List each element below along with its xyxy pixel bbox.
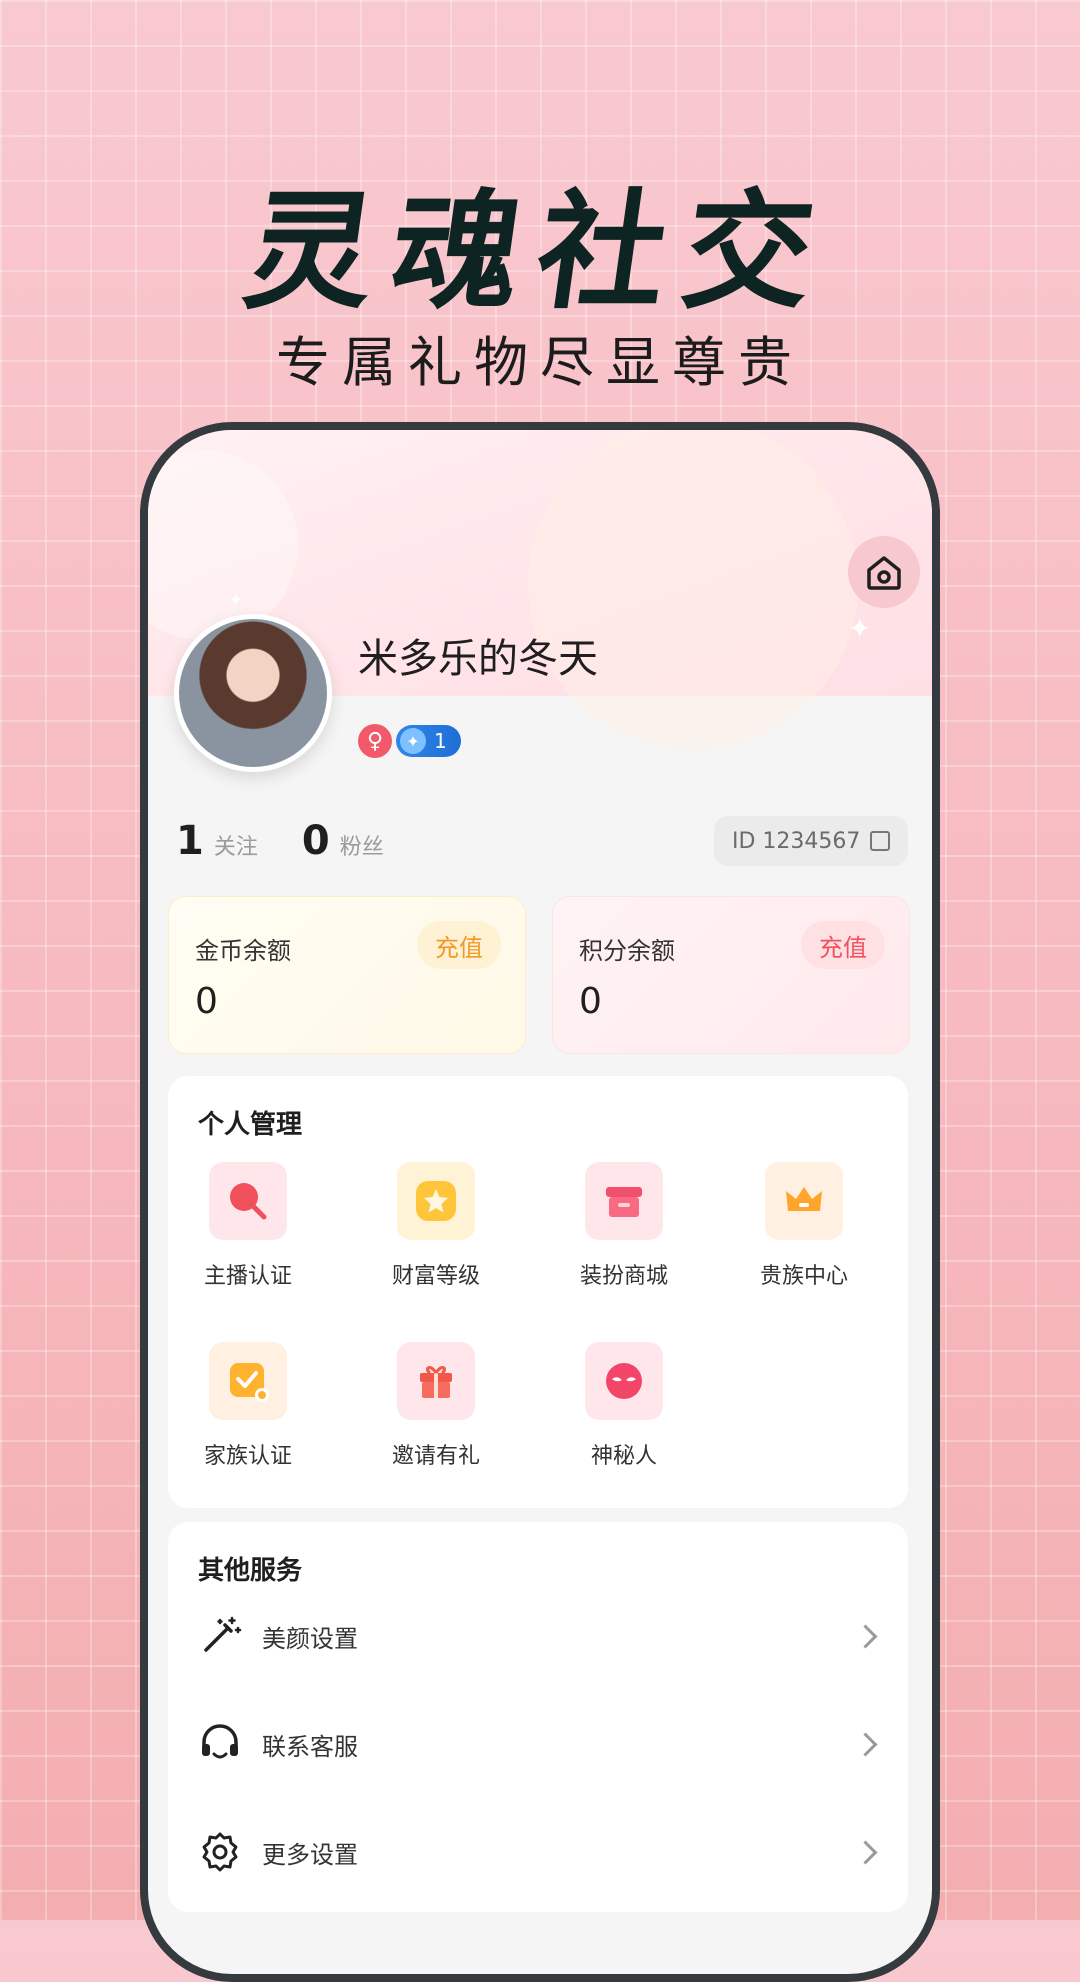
home-icon xyxy=(867,556,901,590)
level-badge-value: 1 xyxy=(434,729,447,753)
list-item-label: 美颜设置 xyxy=(262,1624,358,1653)
user-id-text: ID 1234567 xyxy=(732,828,861,854)
points-recharge-button[interactable]: 充值 xyxy=(801,921,885,969)
phone-frame: ✦ ✦ 米多乐的冬天 ♀ ✦ 1 1 关注 0 粉丝 ID 1234567 金币… xyxy=(140,422,940,1982)
mask-icon xyxy=(606,1363,642,1399)
points-balance-label: 积分余额 xyxy=(579,937,675,965)
fans-label[interactable]: 粉丝 xyxy=(340,829,384,861)
level-badge: ✦ 1 xyxy=(396,725,461,757)
avatar[interactable] xyxy=(174,614,332,772)
follow-count[interactable]: 1 xyxy=(176,818,204,864)
grid-item-dress-shop[interactable]: 装扮商城 xyxy=(544,1162,704,1290)
grid-item-label: 神秘人 xyxy=(590,1444,657,1469)
fans-count[interactable]: 0 xyxy=(302,818,330,864)
other-services-card: 其他服务 美颜设置 联系客服 更多设置 xyxy=(168,1522,908,1912)
gold-balance-label: 金币余额 xyxy=(195,937,291,965)
crown-icon xyxy=(786,1187,822,1211)
list-item-label: 联系客服 xyxy=(262,1732,358,1761)
chevron-right-icon xyxy=(853,1623,878,1649)
list-item-beauty-settings[interactable]: 美颜设置 xyxy=(198,1606,888,1666)
grid-item-mystery-person[interactable]: 神秘人 xyxy=(544,1342,704,1470)
grid-item-label: 邀请有礼 xyxy=(391,1444,480,1469)
grid-item-invite-gift[interactable]: 邀请有礼 xyxy=(356,1342,516,1470)
list-item-label: 更多设置 xyxy=(262,1840,358,1869)
gold-recharge-button[interactable]: 充值 xyxy=(417,921,501,969)
diamond-icon: ✦ xyxy=(400,728,426,754)
promo-headline: 灵魂社交 xyxy=(235,178,841,327)
grid-item-label: 装扮商城 xyxy=(579,1264,668,1289)
list-item-contact-support[interactable]: 联系客服 xyxy=(198,1714,888,1774)
list-item-more-settings[interactable]: 更多设置 xyxy=(198,1822,888,1882)
other-services-title: 其他服务 xyxy=(198,1556,303,1586)
gear-icon xyxy=(202,1832,238,1872)
headset-icon xyxy=(202,1724,238,1759)
decor-circle xyxy=(528,430,858,750)
home-button[interactable] xyxy=(848,536,920,608)
personal-management-title: 个人管理 xyxy=(198,1110,303,1140)
promo-subline: 专属礼物尽显尊贵 xyxy=(276,331,804,394)
female-gender-icon: ♀ xyxy=(358,724,392,758)
points-balance-card: 积分余额 0 充值 xyxy=(552,896,910,1054)
verified-badge-icon xyxy=(230,1363,269,1402)
badges: ♀ ✦ 1 xyxy=(358,724,461,758)
copy-icon[interactable] xyxy=(870,831,891,851)
magic-wand-icon xyxy=(204,1616,242,1652)
grid-item-family-verify[interactable]: 家族认证 xyxy=(168,1342,328,1470)
follow-stats: 1 关注 0 粉丝 xyxy=(176,818,418,864)
user-id-pill[interactable]: ID 1234567 xyxy=(714,816,909,866)
chevron-right-icon xyxy=(853,1731,878,1757)
sparkle-icon: ✦ xyxy=(848,612,872,645)
grid-item-label: 主播认证 xyxy=(203,1264,292,1289)
gift-icon xyxy=(420,1366,452,1398)
grid-item-label: 财富等级 xyxy=(391,1264,480,1289)
personal-management-card: 个人管理 主播认证 财富等级 装扮商城 贵族中心 家族认证 邀请有礼 神秘人 xyxy=(168,1076,908,1508)
chevron-right-icon xyxy=(853,1839,878,1865)
points-balance-value: 0 xyxy=(579,981,602,1022)
follow-label[interactable]: 关注 xyxy=(214,829,258,861)
username: 米多乐的冬天 xyxy=(358,636,598,682)
grid-item-noble-center[interactable]: 贵族中心 xyxy=(724,1162,884,1290)
grid-item-wealth-level[interactable]: 财富等级 xyxy=(356,1162,516,1290)
star-icon xyxy=(416,1181,456,1221)
grid-item-label: 贵族中心 xyxy=(759,1264,848,1289)
grid-item-anchor-verify[interactable]: 主播认证 xyxy=(168,1162,328,1290)
decor-circle xyxy=(148,450,298,640)
shop-icon xyxy=(606,1187,642,1217)
sparkle-icon: ✦ xyxy=(228,590,244,611)
grid-item-label: 家族认证 xyxy=(203,1444,292,1469)
gold-balance-card: 金币余额 0 充值 xyxy=(168,896,526,1054)
gold-balance-value: 0 xyxy=(195,981,218,1022)
microphone-icon xyxy=(230,1183,267,1220)
